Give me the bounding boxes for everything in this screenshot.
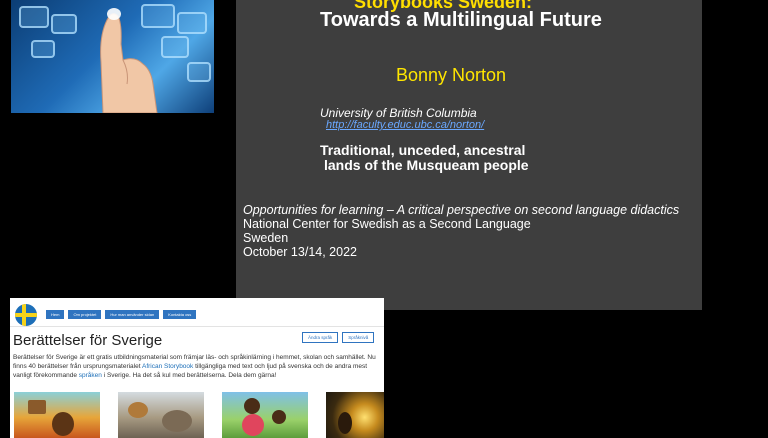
- land-acknowledgement-line2: lands of the Musqueam people: [324, 157, 529, 173]
- change-language-button[interactable]: Ändra språk: [302, 332, 339, 343]
- african-storybook-link[interactable]: African Storybook: [142, 363, 193, 370]
- faculty-link[interactable]: http://faculty.educ.ubc.ca/norton/: [326, 119, 484, 131]
- land-acknowledgement-line1: Traditional, unceded, ancestral: [320, 142, 526, 158]
- story-card[interactable]: [326, 392, 384, 438]
- slide-title: Towards a Multilingual Future: [320, 9, 602, 31]
- site-nav: Hem Om projektet Hur man använder sidan …: [46, 310, 197, 319]
- desc-text-3: i Sverige. Ha det så kul med berättelser…: [101, 372, 277, 379]
- storybooks-website-screenshot: Hem Om projektet Hur man använder sidan …: [10, 298, 384, 438]
- site-description: Berättelser för Sverige är ett gratis ut…: [13, 353, 381, 380]
- story-card[interactable]: [14, 392, 100, 438]
- touchscreen-hand-image: [11, 0, 214, 113]
- hand-icon: [100, 8, 158, 113]
- nav-item-how-to-use[interactable]: Hur man använder sidan: [105, 310, 160, 319]
- divider: [10, 326, 384, 327]
- nav-item-home[interactable]: Hem: [46, 310, 65, 319]
- talk-title: Opportunities for learning – A critical …: [243, 203, 680, 217]
- story-cards: [14, 392, 384, 438]
- story-card[interactable]: [222, 392, 308, 438]
- languages-link[interactable]: språken: [79, 372, 102, 379]
- nav-item-contact[interactable]: Kontakta oss: [163, 310, 197, 319]
- nav-item-about[interactable]: Om projektet: [68, 310, 102, 319]
- site-title: Berättelser för Sverige: [13, 332, 163, 349]
- talk-date: October 13/14, 2022: [243, 245, 357, 259]
- presentation-slide: Storybooks Sweden: Towards a Multilingua…: [236, 0, 702, 310]
- slide-affiliation: University of British Columbia: [320, 106, 477, 120]
- slide-author: Bonny Norton: [396, 65, 507, 85]
- venue: National Center for Swedish as a Second …: [243, 217, 531, 231]
- language-controls: Ändra språk Språknivå: [302, 332, 375, 343]
- country: Sweden: [243, 231, 289, 245]
- swedish-flag-logo-icon: [15, 304, 37, 326]
- story-card[interactable]: [118, 392, 204, 438]
- language-level-button[interactable]: Språknivå: [342, 332, 375, 343]
